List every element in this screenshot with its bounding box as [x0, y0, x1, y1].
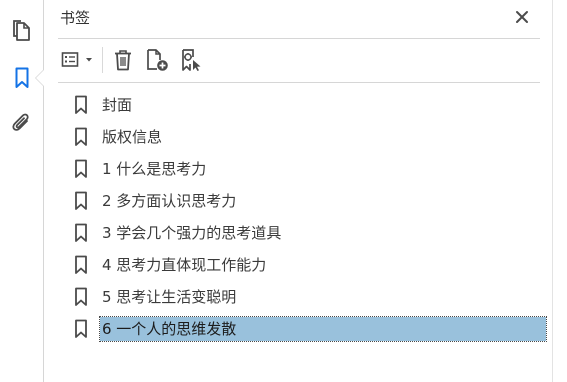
bookmark-item[interactable]: 封面 — [74, 93, 546, 117]
close-panel-button[interactable] — [513, 8, 531, 26]
new-bookmark-from-structure-button[interactable] — [178, 47, 206, 73]
close-icon — [516, 11, 528, 23]
bookmark-item[interactable]: 2 多方面认识思考力 — [74, 189, 546, 213]
tagged-page-icon — [182, 49, 201, 71]
active-tab-pointer — [36, 70, 44, 86]
pages-icon — [13, 20, 30, 41]
bookmark-item[interactable]: 3 学会几个强力的思考道具 — [74, 221, 546, 245]
toolbar-divider — [58, 82, 540, 83]
bookmark-icon — [75, 191, 87, 210]
bookmark-label: 2 多方面认识思考力 — [102, 192, 237, 210]
new-bookmark-button[interactable] — [143, 47, 171, 73]
toolbar-separator — [102, 47, 103, 73]
bookmark-label[interactable]: 6 一个人的思维发散 — [99, 316, 547, 342]
bookmark-label: 封面 — [102, 96, 133, 114]
bookmarks-rail-button[interactable] — [9, 65, 35, 91]
bookmark-item[interactable]: 4 思考力直体现工作能力 — [74, 253, 546, 277]
navigation-rail — [0, 0, 44, 382]
panel-title: 书签 — [60, 9, 91, 27]
title-divider — [58, 38, 540, 39]
chevron-down-icon — [86, 58, 92, 62]
bookmarks-panel-window: 书签 封面 版权信息 1 什么是思考力 2 多方面认识思考力 3 学会几个强力的… — [0, 0, 567, 382]
bookmark-icon — [75, 95, 87, 114]
add-page-icon — [147, 49, 168, 71]
bookmark-label: 5 思考让生活变聪明 — [102, 288, 237, 306]
bookmark-item[interactable]: 版权信息 — [74, 125, 546, 149]
options-menu-button[interactable] — [58, 47, 96, 73]
bookmark-icon — [75, 223, 87, 242]
bookmark-icon — [75, 319, 87, 338]
bookmark-icon — [75, 159, 87, 178]
bookmark-label: 版权信息 — [102, 128, 163, 146]
bookmark-label: 3 学会几个强力的思考道具 — [102, 224, 282, 242]
bookmark-icon — [75, 287, 87, 306]
list-options-icon — [61, 52, 79, 67]
bookmark-icon — [75, 127, 87, 146]
bookmark-icon — [15, 67, 29, 88]
trash-icon — [115, 50, 131, 71]
pages-thumbnail-button[interactable] — [9, 18, 35, 44]
bookmark-item[interactable]: 5 思考让生活变聪明 — [74, 285, 546, 309]
bookmark-icon — [75, 255, 87, 274]
attachments-rail-button[interactable] — [9, 111, 35, 137]
attachment-icon — [12, 113, 29, 131]
bookmark-label: 1 什么是思考力 — [102, 160, 207, 178]
bookmark-item-selected[interactable]: 6 一个人的思维发散 — [74, 316, 547, 342]
bookmark-label: 4 思考力直体现工作能力 — [102, 256, 267, 274]
delete-bookmark-button[interactable] — [110, 47, 136, 73]
bookmarks-pane: 书签 封面 版权信息 1 什么是思考力 2 多方面认识思考力 3 学会几个强力的… — [44, 0, 567, 382]
panel-edge — [552, 0, 553, 382]
bookmark-item[interactable]: 1 什么是思考力 — [74, 157, 546, 181]
